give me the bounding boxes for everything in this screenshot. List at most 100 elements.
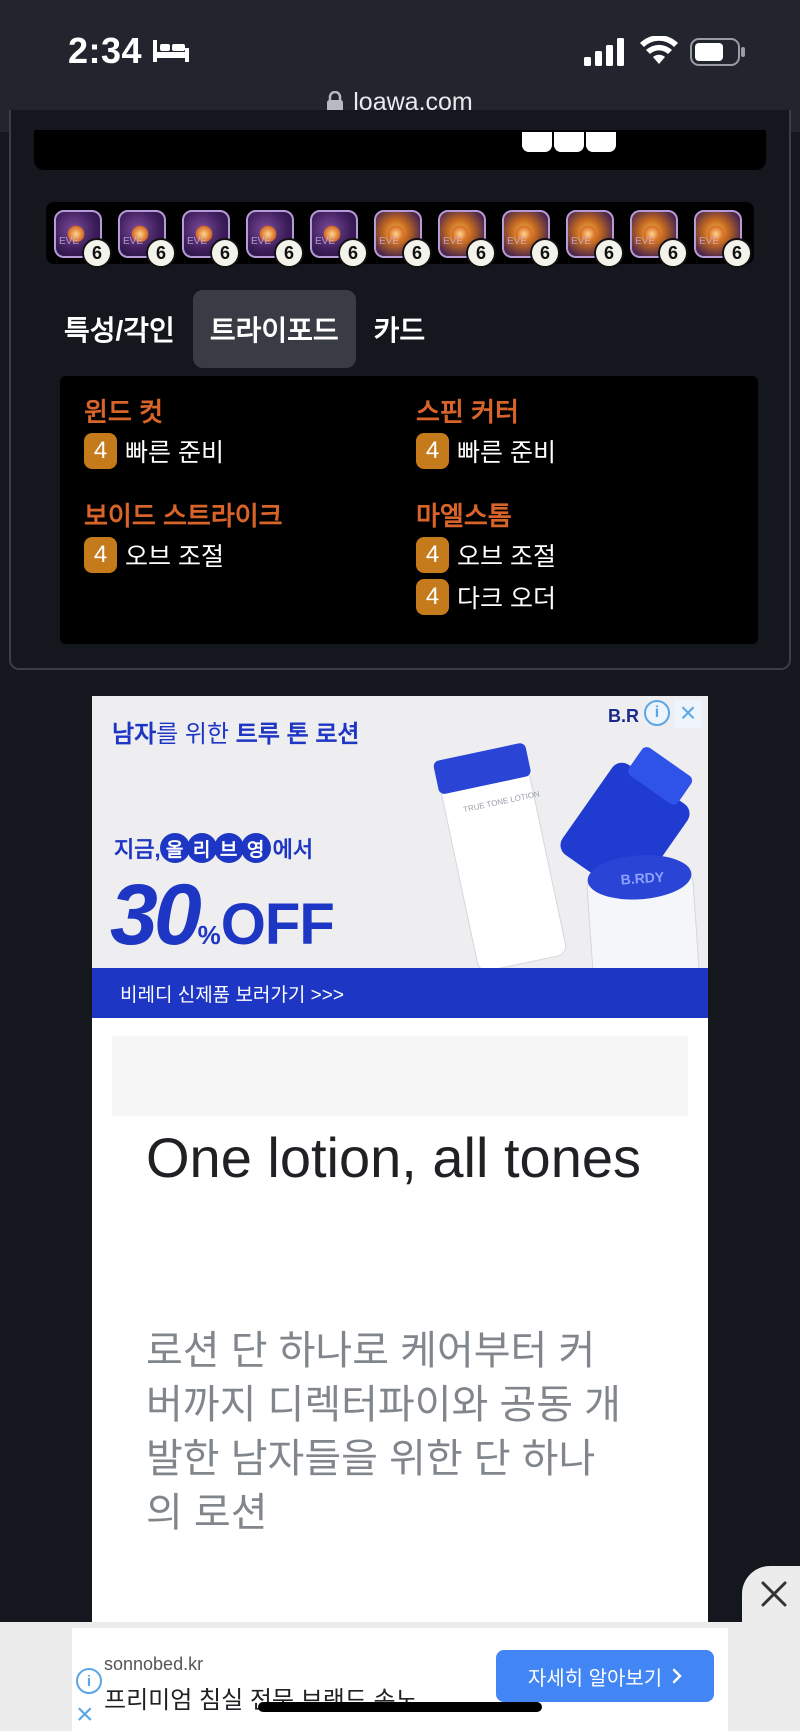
ad-close-icon[interactable]: ×	[674, 699, 702, 728]
tripod-level-badge: 4	[416, 579, 449, 615]
gem-label: EVE	[123, 236, 144, 247]
gem-slot[interactable]: EVE 6	[694, 210, 752, 268]
gem-slot[interactable]: EVE 6	[502, 210, 560, 268]
ad-headline: 남자를 위한 트루 톤 로션	[112, 714, 360, 749]
gem-label: EVE	[59, 236, 80, 247]
ad-sub-prefix: 지금,	[114, 837, 161, 862]
tripod-name: 오브 조절	[125, 543, 224, 571]
ad-brand-logo: B.R	[608, 706, 639, 726]
gem-label: EVE	[571, 236, 592, 247]
ad-strip-text: 비레디 신제품 보러가기 >>>	[120, 985, 344, 1006]
gem-slot[interactable]: EVE 6	[54, 210, 112, 268]
gem-slot[interactable]: EVE 6	[182, 210, 240, 268]
tab-bar: 특성/각인 트라이포드 카드	[60, 290, 443, 368]
skill-maelstrom: 마엘스톰 4 오브 조절 4 다크 오더	[416, 498, 556, 618]
chevron-right-icon	[672, 1668, 682, 1684]
gem-level-badge: 6	[82, 238, 112, 268]
gem-level-badge: 6	[530, 238, 560, 268]
gem-level-badge: 6	[594, 238, 624, 268]
discount-pct: %	[197, 920, 221, 950]
gem-level-badge: 6	[146, 238, 176, 268]
ad-banner[interactable]: 남자를 위한 트루 톤 로션 TRUE TONE LOTION B.RDY B.…	[92, 696, 708, 1018]
pill-char: 올	[159, 833, 190, 863]
ad-store-pill: 올 리 브 영	[159, 833, 271, 863]
skill-wind-cut: 윈드 컷 4 빠른 준비	[84, 394, 224, 472]
tripod-entry: 4 빠른 준비	[416, 430, 556, 472]
ad-cta-strip[interactable]: 비레디 신제품 보러가기 >>>	[92, 968, 708, 1018]
tab-engravings[interactable]: 특성/각인	[60, 290, 179, 368]
gem-label: EVE	[443, 236, 464, 247]
gem-slot[interactable]: EVE 6	[118, 210, 176, 268]
ad-discount: 30%OFF	[110, 866, 335, 965]
ad-headline-part: 남자	[112, 721, 157, 748]
skill-void-strike: 보이드 스트라이크 4 오브 조절	[84, 498, 283, 576]
tripod-entry: 4 오브 조절	[84, 534, 283, 576]
tripod-name: 빠른 준비	[125, 439, 224, 467]
slot-pip	[522, 132, 552, 152]
gem-slot[interactable]: EVE 6	[438, 210, 496, 268]
close-icon[interactable]	[760, 1580, 788, 1608]
gem-label: EVE	[187, 236, 208, 247]
slot-pip	[554, 132, 584, 152]
ad-card-description: 로션 단 하나로 케어부터 커버까지 디렉터파이와 공동 개발한 남자들을 위한…	[146, 1329, 621, 1535]
ad-info-icon[interactable]: i	[644, 700, 670, 726]
ad-card-title: One lotion, all tones	[146, 1126, 641, 1189]
status-time: 2:34	[68, 30, 143, 71]
pill-char: 리	[186, 833, 217, 863]
tripod-level-badge: 4	[416, 433, 449, 469]
skill-name: 마엘스톰	[416, 501, 512, 531]
gem-level-badge: 6	[338, 238, 368, 268]
ad-card[interactable]: One lotion, all tones 로션 단 하나로 케어부터 커버까지…	[92, 1018, 708, 1623]
ad-sub-suffix: 에서	[272, 837, 314, 862]
tripod-level-badge: 4	[416, 537, 449, 573]
gem-level-badge: 6	[402, 238, 432, 268]
skill-spin-cutter: 스핀 커터 4 빠른 준비	[416, 394, 556, 472]
ad-close-icon[interactable]: ×	[76, 1700, 94, 1730]
battery-icon	[690, 38, 745, 66]
wifi-icon	[640, 36, 678, 64]
cta-label: 자세히 알아보기	[527, 1667, 663, 1690]
tripod-panel: 윈드 컷 4 빠른 준비 스핀 커터 4 빠른 준비 보이드 스트라이크 4 오…	[60, 376, 758, 644]
tripod-name: 다크 오더	[457, 585, 556, 613]
tripod-entry: 4 오브 조절	[416, 534, 556, 576]
bottom-ad-content[interactable]: i × sonnobed.kr 프리미엄 침실 전문 브랜드 손노 자세히 알아…	[72, 1628, 728, 1731]
discount-off: OFF	[220, 892, 335, 957]
gem-level-badge: 6	[658, 238, 688, 268]
tripod-level-badge: 4	[84, 537, 117, 573]
gem-slot[interactable]: EVE 6	[246, 210, 304, 268]
ad-headline-part: 트루 톤 로션	[235, 721, 360, 748]
bottom-anchor-ad: i × sonnobed.kr 프리미엄 침실 전문 브랜드 손노 자세히 알아…	[0, 1622, 800, 1731]
slot-pip	[586, 132, 616, 152]
tripod-level-badge: 4	[84, 433, 117, 469]
ad-info-icon[interactable]: i	[76, 1668, 102, 1694]
gem-level-badge: 6	[466, 238, 496, 268]
tripod-name: 오브 조절	[457, 543, 556, 571]
gem-slot[interactable]: EVE 6	[374, 210, 432, 268]
skill-name: 보이드 스트라이크	[84, 501, 283, 531]
skill-name: 스핀 커터	[416, 397, 519, 427]
gem-row: EVE 6 EVE 6 EVE 6 EVE 6 EVE 6 EVE 6 EVE 6 EVE 6 EVE 6 EVE 6…	[46, 202, 754, 268]
gem-level-badge: 6	[722, 238, 752, 268]
learn-more-button[interactable]: 자세히 알아보기	[496, 1650, 714, 1702]
tripod-entry: 4 빠른 준비	[84, 430, 224, 472]
ad-subline: 지금, 올 리 브 영 에서	[114, 832, 313, 864]
product-brand-label: B.RDY	[620, 869, 665, 888]
pill-char: 영	[240, 833, 271, 863]
tab-tripods[interactable]: 트라이포드	[192, 290, 356, 368]
tab-cards[interactable]: 카드	[370, 290, 430, 368]
gem-label: EVE	[699, 236, 720, 247]
discount-number: 30	[110, 867, 202, 963]
tripod-entry: 4 다크 오더	[416, 576, 556, 618]
tripod-name: 빠른 준비	[457, 439, 556, 467]
skill-name: 윈드 컷	[84, 397, 163, 427]
gem-slot[interactable]: EVE 6	[310, 210, 368, 268]
gem-slot[interactable]: EVE 6	[566, 210, 624, 268]
gem-label: EVE	[635, 236, 656, 247]
ad-domain: sonnobed.kr	[104, 1654, 204, 1674]
gem-label: EVE	[315, 236, 336, 247]
gem-label: EVE	[379, 236, 400, 247]
home-indicator	[258, 1702, 542, 1712]
gem-label: EVE	[507, 236, 528, 247]
panel-top-strip	[34, 130, 766, 170]
gem-slot[interactable]: EVE 6	[630, 210, 688, 268]
